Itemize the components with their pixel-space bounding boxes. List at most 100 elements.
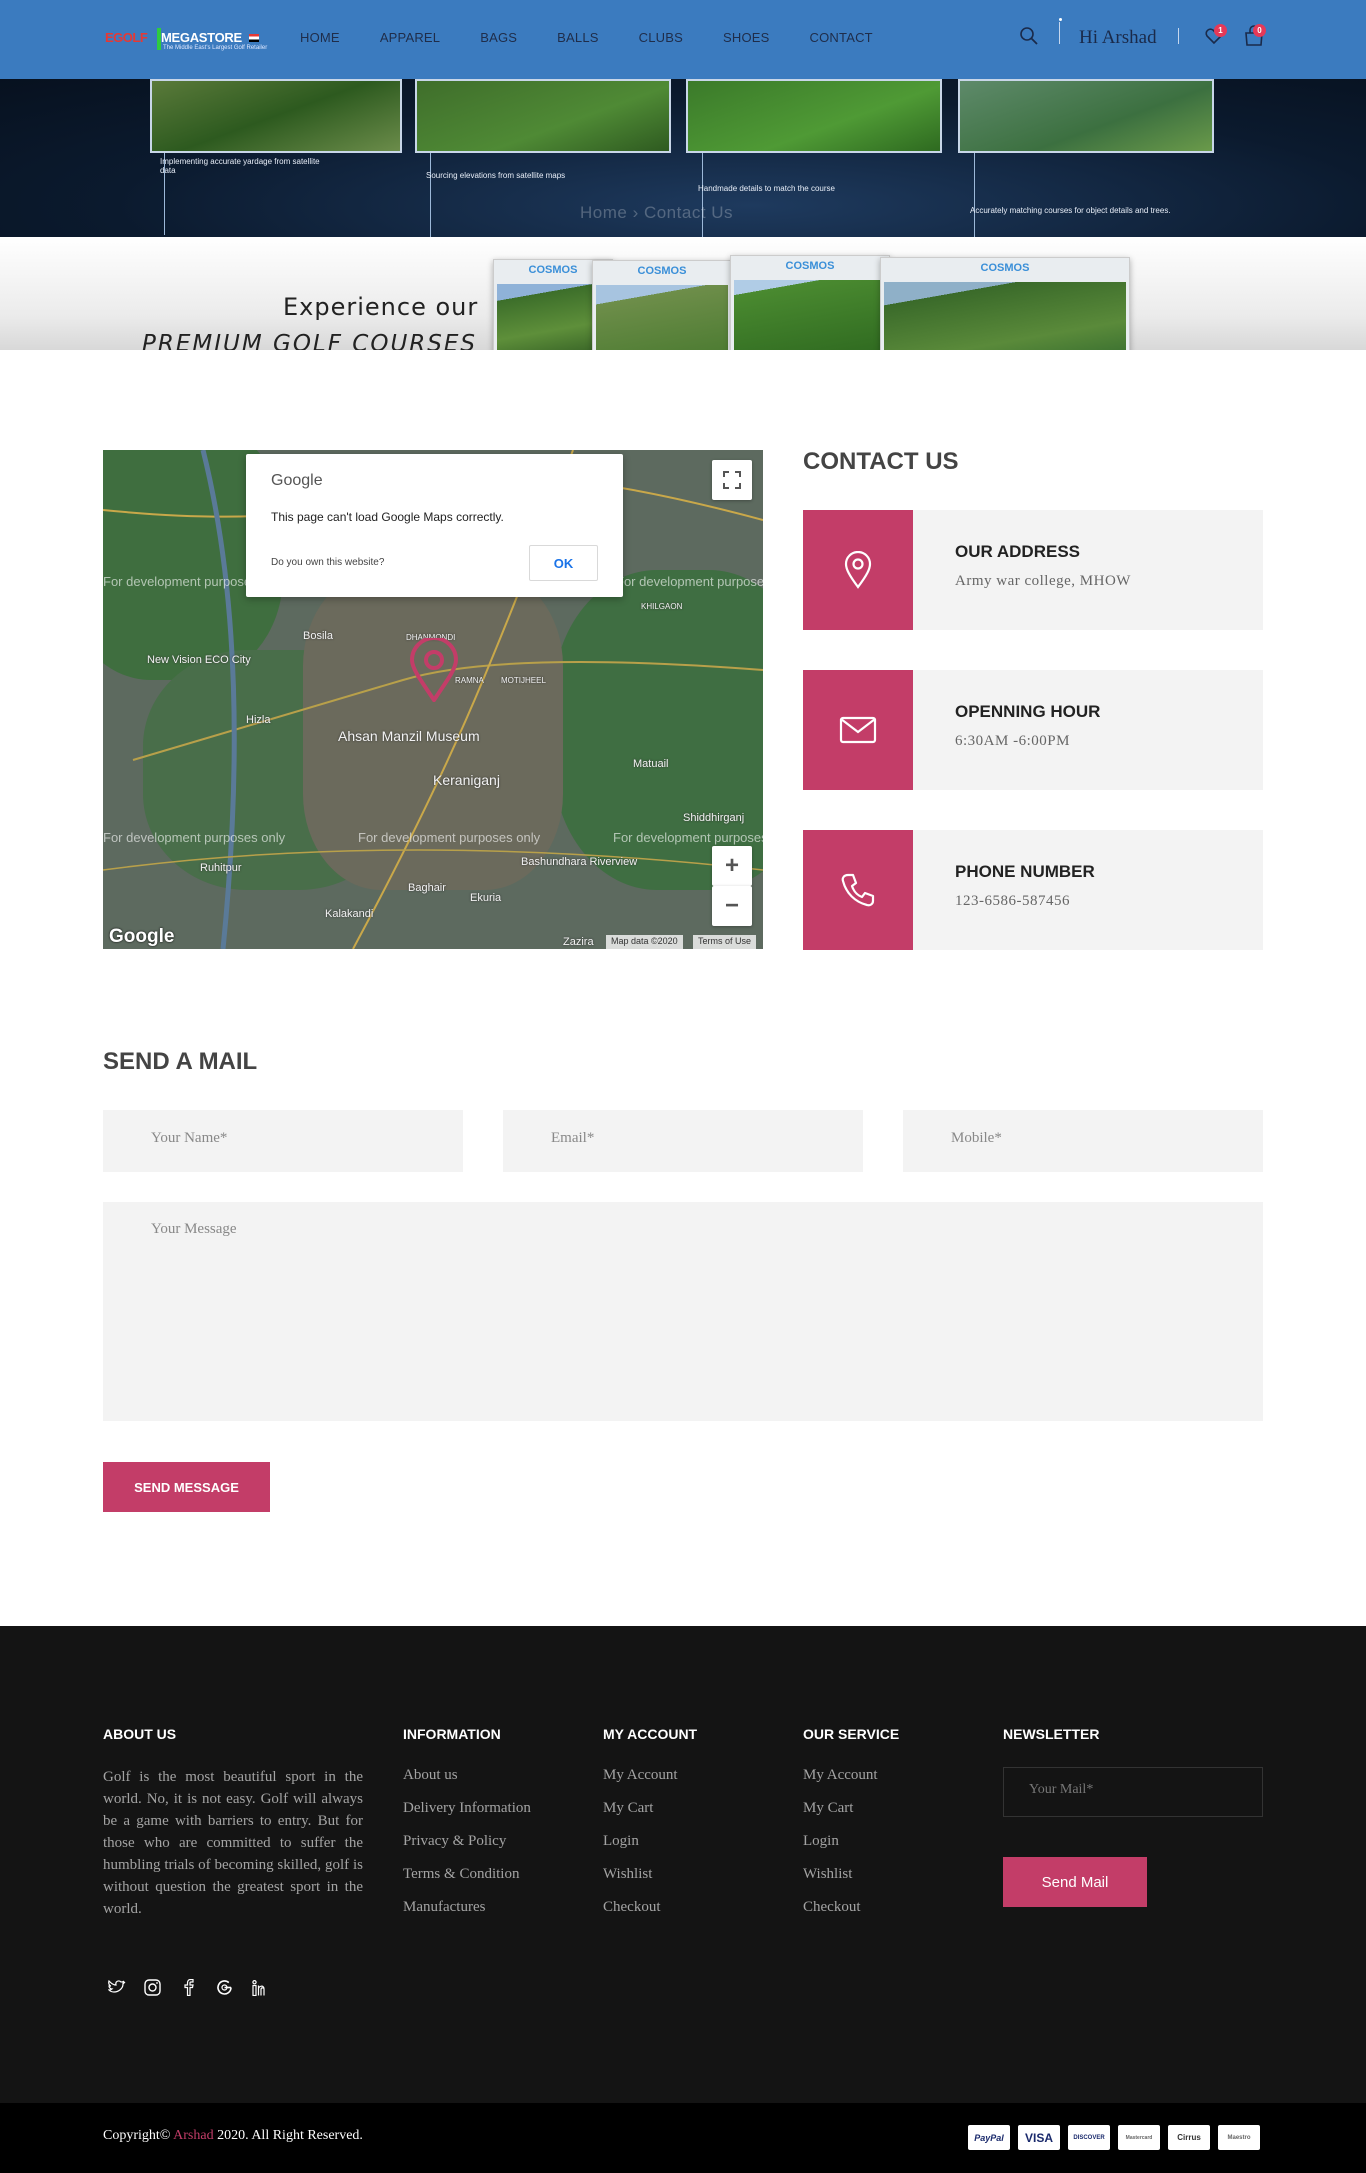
- dev-watermark: For development purposes only: [613, 830, 763, 845]
- banner-caption: Sourcing elevations from satellite maps: [426, 171, 566, 180]
- site-footer: ABOUT US Golf is the most beautiful spor…: [0, 1626, 1366, 2103]
- google-icon[interactable]: [215, 1978, 234, 1997]
- contact-value: 123-6586-587456: [955, 893, 1070, 909]
- cart-count-badge: 0: [1253, 24, 1266, 37]
- breadcrumb: Home › Contact Us: [580, 203, 734, 222]
- footer-link[interactable]: Login: [603, 1833, 678, 1866]
- name-field[interactable]: Your Name*: [103, 1110, 463, 1172]
- nav-shoes[interactable]: SHOES: [723, 30, 770, 45]
- map-label: Ekuria: [470, 892, 502, 904]
- banner-line: [430, 153, 431, 237]
- footer-info-list: About us Delivery Information Privacy & …: [403, 1767, 531, 1932]
- footer-link[interactable]: Checkout: [603, 1899, 678, 1932]
- page-banner: Implementing accurate yardage from satel…: [0, 79, 1366, 237]
- contact-value: 6:30AM -6:00PM: [955, 733, 1070, 749]
- footer-link[interactable]: Wishlist: [603, 1866, 678, 1899]
- copyright-text: Copyright© Arshad 2020. All Right Reserv…: [103, 2128, 363, 2144]
- contact-heading: CONTACT US: [803, 448, 959, 475]
- promo-strip[interactable]: Experience our PREMIUM GOLF COURSES COSM…: [0, 237, 1366, 350]
- course-card: COSMOS: [730, 255, 890, 350]
- map-label: Baghair: [408, 882, 446, 894]
- fullscreen-button[interactable]: [712, 460, 752, 500]
- main-nav: HOME APPAREL BAGS BALLS CLUBS SHOES CONT…: [300, 30, 913, 45]
- footer-link[interactable]: Terms & Condition: [403, 1866, 531, 1899]
- footer-link[interactable]: Login: [803, 1833, 878, 1866]
- twitter-icon[interactable]: [107, 1978, 126, 1997]
- message-field[interactable]: Your Message: [103, 1202, 1263, 1421]
- map-label: KHILGAON: [641, 602, 683, 611]
- dialog-message: This page can't load Google Maps correct…: [271, 510, 504, 524]
- map-label: Ruhitpur: [200, 862, 242, 874]
- map-data-credit: Map data ©2020: [606, 935, 683, 949]
- footer-info-heading: INFORMATION: [403, 1726, 501, 1742]
- email-field[interactable]: Email*: [503, 1110, 863, 1172]
- terms-link[interactable]: Terms of Use: [693, 935, 757, 949]
- copyright-brand-link[interactable]: Arshad: [173, 2128, 213, 2143]
- footer-about-text: Golf is the most beautiful sport in the …: [103, 1769, 363, 1917]
- header-divider: [1059, 22, 1060, 44]
- nav-apparel[interactable]: APPAREL: [380, 30, 440, 45]
- user-greeting[interactable]: Hi Arshad: [1079, 27, 1157, 49]
- logo-text-egolf: EGOLF: [105, 30, 148, 45]
- nav-clubs[interactable]: CLUBS: [639, 30, 683, 45]
- footer-link[interactable]: Checkout: [803, 1899, 878, 1932]
- footer-link[interactable]: About us: [403, 1767, 531, 1800]
- header-divider: [1178, 28, 1179, 44]
- footer-link[interactable]: My Account: [603, 1767, 678, 1800]
- banner-caption: Implementing accurate yardage from satel…: [160, 157, 320, 175]
- wishlist-count-badge: 1: [1214, 24, 1227, 37]
- fullscreen-icon: [723, 471, 741, 489]
- nav-bags[interactable]: BAGS: [480, 30, 517, 45]
- contact-title: PHONE NUMBER: [955, 862, 1095, 881]
- banner-thumb: [686, 79, 942, 153]
- location-icon: [803, 510, 913, 630]
- footer-link[interactable]: My Cart: [603, 1800, 678, 1833]
- site-logo[interactable]: EGOLF MEGASTORE The Middle East's Larges…: [105, 28, 267, 54]
- mobile-field[interactable]: Mobile*: [903, 1110, 1263, 1172]
- footer-link[interactable]: Manufactures: [403, 1899, 531, 1932]
- paypal-icon: PayPal: [968, 2125, 1010, 2150]
- dialog-question-link[interactable]: Do you own this website?: [271, 557, 384, 568]
- footer-account-heading: MY ACCOUNT: [603, 1726, 698, 1742]
- nav-contact[interactable]: CONTACT: [810, 30, 873, 45]
- send-message-button[interactable]: SEND MESSAGE: [103, 1462, 270, 1512]
- contact-phone-card: PHONE NUMBER 123-6586-587456: [803, 830, 1263, 950]
- zoom-out-button[interactable]: −: [712, 886, 752, 926]
- linkedin-icon[interactable]: [251, 1978, 270, 1997]
- footer-link[interactable]: My Account: [803, 1767, 878, 1800]
- banner-line: [702, 153, 703, 237]
- zoom-in-button[interactable]: +: [712, 846, 752, 886]
- dialog-ok-button[interactable]: OK: [529, 545, 598, 581]
- map-label: Keraniganj: [433, 772, 500, 788]
- google-logo[interactable]: Google: [109, 926, 174, 948]
- newsletter-email-input[interactable]: Your Mail*: [1003, 1767, 1263, 1817]
- nav-balls[interactable]: BALLS: [557, 30, 598, 45]
- map-embed[interactable]: For development purposes only For develo…: [103, 450, 763, 949]
- dialog-google-logo: Google: [271, 472, 323, 489]
- contact-address-card: OUR ADDRESS Army war college, MHOW: [803, 510, 1263, 630]
- search-icon[interactable]: [1019, 26, 1039, 46]
- facebook-icon[interactable]: [179, 1978, 198, 1997]
- dev-watermark: For development purposes only: [616, 574, 763, 589]
- banner-thumb: [150, 79, 402, 153]
- footer-link[interactable]: Privacy & Policy: [403, 1833, 531, 1866]
- map-label: Matuail: [633, 758, 669, 770]
- contact-title: OUR ADDRESS: [955, 542, 1080, 561]
- map-pin-icon[interactable]: [409, 638, 459, 702]
- map-label: Bosila: [303, 630, 333, 642]
- nav-home[interactable]: HOME: [300, 30, 340, 45]
- maestro-icon: Maestro: [1218, 2125, 1260, 2150]
- discover-icon: DISCOVER: [1068, 2125, 1110, 2150]
- footer-newsletter-heading: NEWSLETTER: [1003, 1726, 1100, 1742]
- footer-about-heading: ABOUT US: [103, 1726, 177, 1742]
- footer-link[interactable]: My Cart: [803, 1800, 878, 1833]
- instagram-icon[interactable]: [143, 1978, 162, 1997]
- copyright-prefix: Copyright©: [103, 2128, 174, 2143]
- send-mail-button[interactable]: Send Mail: [1003, 1857, 1147, 1907]
- footer-service-heading: OUR SERVICE: [803, 1726, 900, 1742]
- footer-link[interactable]: Wishlist: [803, 1866, 878, 1899]
- mail-icon: [803, 670, 913, 790]
- footer-link[interactable]: Delivery Information: [403, 1800, 531, 1833]
- contact-value: Army war college, MHOW: [955, 573, 1131, 589]
- header-dot: [1059, 18, 1062, 21]
